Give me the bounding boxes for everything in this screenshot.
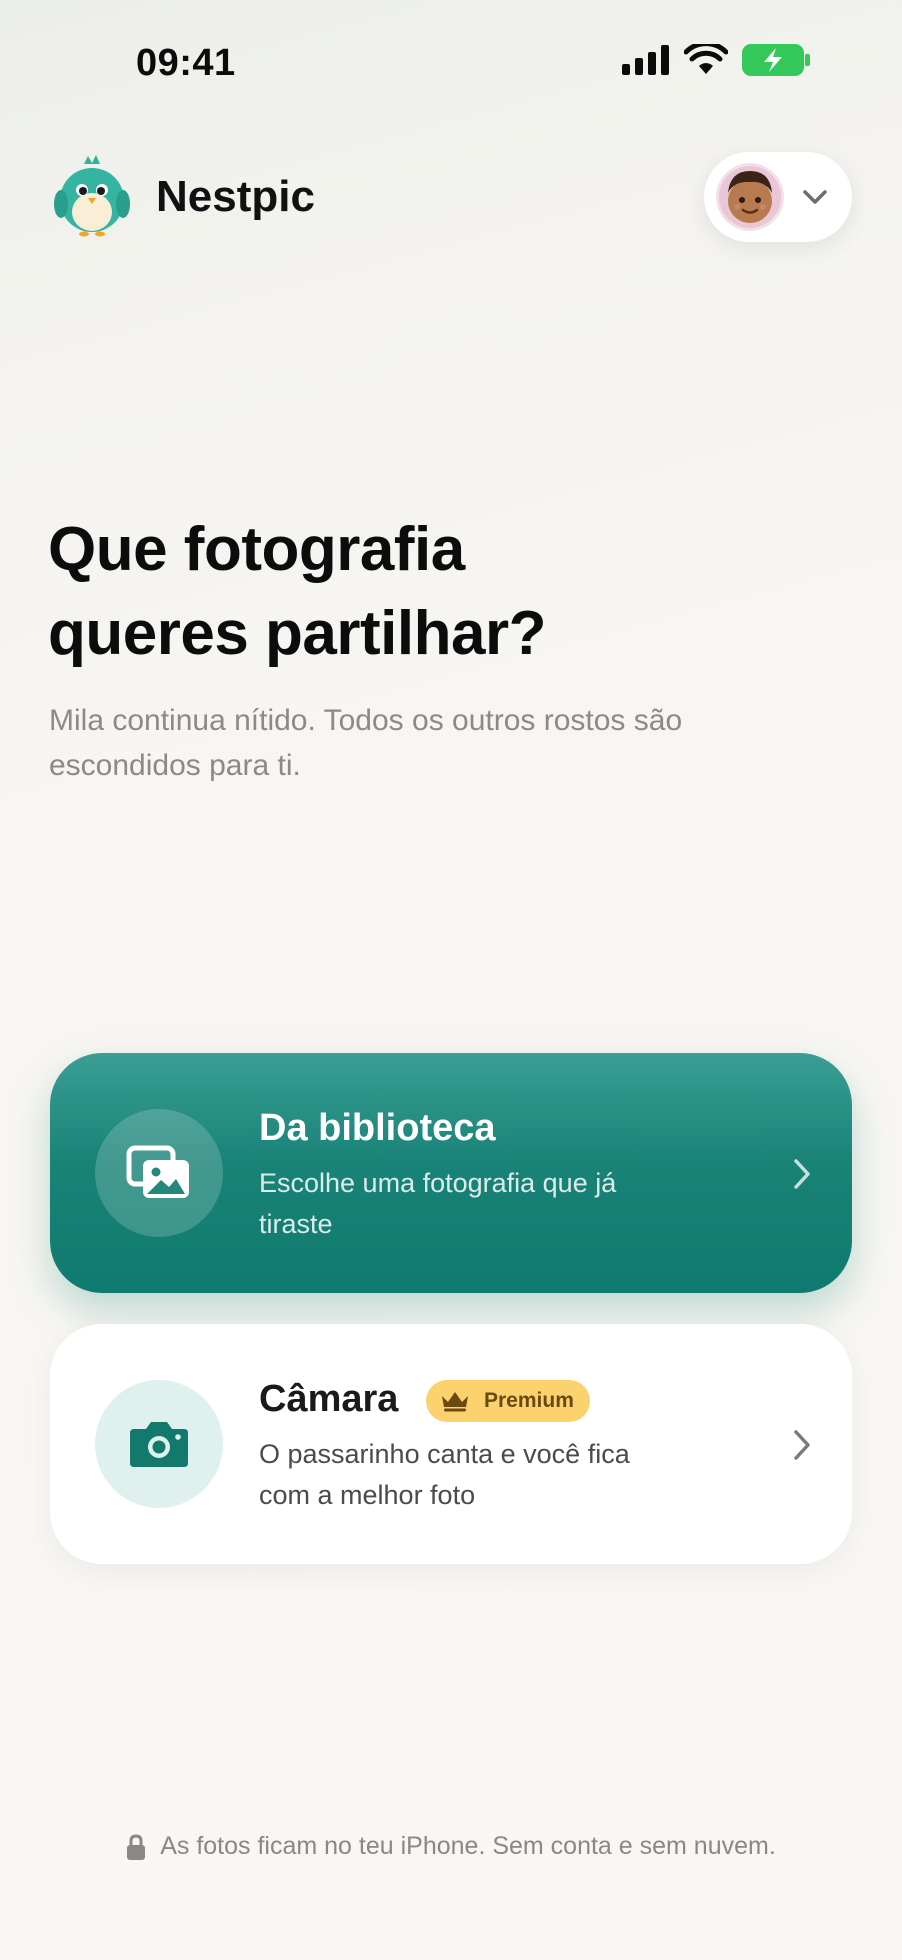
- premium-badge-label: Premium: [484, 1389, 574, 1412]
- avatar: [716, 163, 784, 231]
- camera-description: O passarinho canta e você fica com a mel…: [259, 1439, 630, 1510]
- page-subtitle: Mila continua nítido. Todos os outros ro…: [49, 704, 683, 782]
- premium-badge: Premium: [426, 1380, 590, 1422]
- wifi-icon: [684, 44, 728, 74]
- camera-icon-badge: [95, 1380, 223, 1508]
- bird-mascot-icon: [54, 155, 130, 237]
- status-bar: 09:41: [0, 0, 902, 130]
- profile-switcher-button[interactable]: [704, 152, 852, 242]
- camera-button[interactable]: Câmara Premium O passarinho canta e você…: [50, 1324, 852, 1564]
- chevron-down-icon: [803, 190, 827, 204]
- page-title-line-2: queres partilhar?: [48, 599, 546, 668]
- privacy-note: As fotos ficam no teu iPhone. Sem conta …: [0, 1832, 902, 1861]
- library-icon-badge: [95, 1109, 223, 1237]
- page-title-line-1: Que fotografia: [48, 515, 465, 584]
- photo-library-icon: [126, 1145, 189, 1198]
- battery-charging-icon: [742, 44, 810, 76]
- chevron-right-icon: [794, 1430, 810, 1460]
- from-library-title: Da biblioteca: [259, 1107, 496, 1149]
- lock-icon: [127, 1833, 146, 1860]
- chevron-right-icon: [794, 1159, 810, 1189]
- privacy-note-text: As fotos ficam no teu iPhone. Sem conta …: [160, 1832, 776, 1860]
- status-time: 09:41: [136, 42, 236, 84]
- crown-icon: [442, 1392, 468, 1412]
- page-title: Que fotografia queres partilhar?: [48, 508, 546, 676]
- app-name: Nestpic: [156, 172, 315, 221]
- from-library-button[interactable]: Da biblioteca Escolhe uma fotografia que…: [50, 1053, 852, 1293]
- header: Nestpic: [0, 150, 902, 250]
- status-icons: [622, 44, 810, 76]
- from-library-description: Escolhe uma fotografia que já tiraste: [259, 1168, 617, 1239]
- cellular-signal-icon: [622, 45, 669, 75]
- camera-title: Câmara: [259, 1378, 399, 1420]
- camera-icon: [130, 1422, 188, 1467]
